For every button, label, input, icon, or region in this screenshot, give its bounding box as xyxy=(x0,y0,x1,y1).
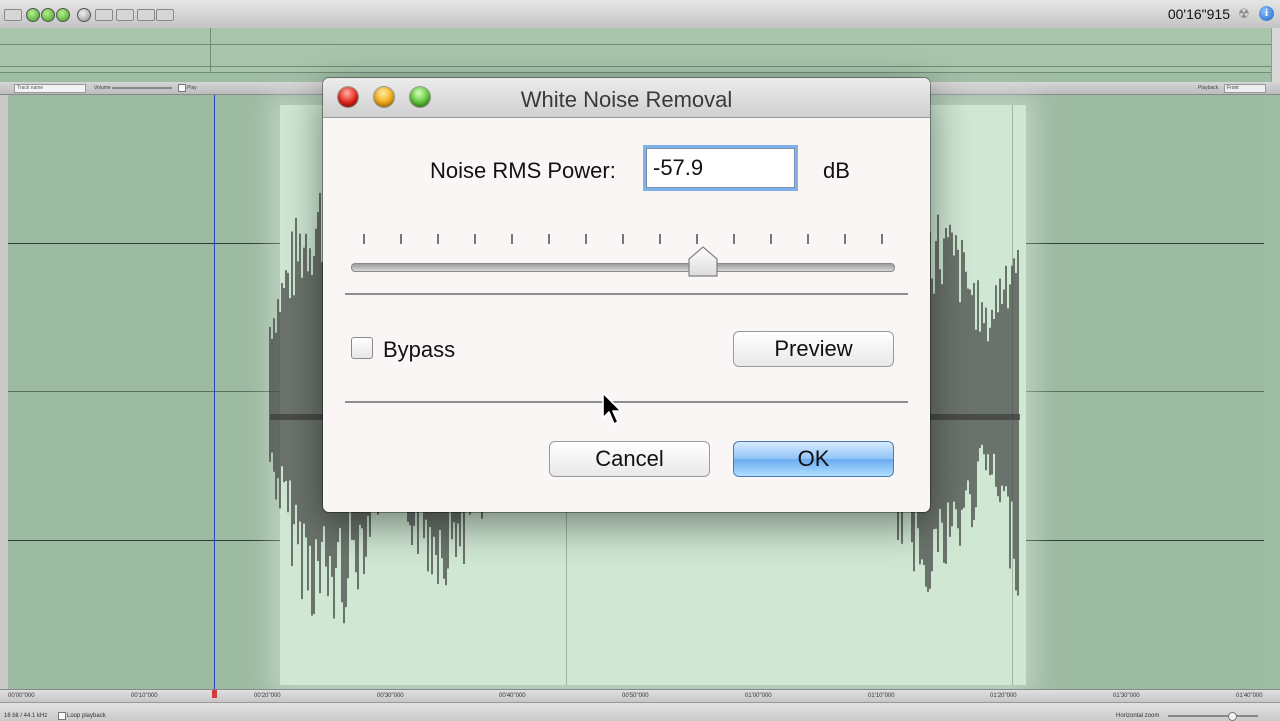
audio-format-text: 16 bit / 44.1 kHz xyxy=(4,713,48,719)
db-unit-label: dB xyxy=(823,158,850,183)
cursor-arrow-icon xyxy=(602,392,622,425)
volume-label: Volume xyxy=(94,85,111,91)
tool-4-icon[interactable] xyxy=(156,9,174,21)
slider-tick xyxy=(400,234,402,244)
divider-2 xyxy=(345,401,908,403)
playback-select[interactable]: Front xyxy=(1224,84,1266,93)
record-button[interactable] xyxy=(77,8,91,22)
rewind-button[interactable] xyxy=(26,8,40,22)
noise-rms-power-input[interactable] xyxy=(646,148,795,188)
ruler-tick-4: 00'40"000 xyxy=(499,693,526,699)
slider-tick xyxy=(844,234,846,244)
dialog-title: White Noise Removal xyxy=(520,87,733,112)
tool-2-icon[interactable] xyxy=(116,9,134,21)
ruler-tick-9: 01'30"000 xyxy=(1113,693,1140,699)
ruler-tick-5: 00'50"000 xyxy=(622,693,649,699)
tool-1-icon[interactable] xyxy=(95,9,113,21)
bypass-checkbox[interactable] xyxy=(351,337,373,359)
slider-tick xyxy=(622,234,624,244)
tool-3-icon[interactable] xyxy=(137,9,155,21)
playback-label: Playback xyxy=(1198,85,1219,91)
noise-rms-power-label: Noise RMS Power: xyxy=(430,158,616,183)
slider-tick xyxy=(807,234,809,244)
loop-playback-label: Loop playback xyxy=(67,713,106,719)
play-button[interactable] xyxy=(41,8,55,22)
horizontal-zoom-slider[interactable] xyxy=(1168,715,1258,717)
ruler-tick-0: 00'00"000 xyxy=(8,693,35,699)
horizontal-zoom-label: Horizontal zoom xyxy=(1116,713,1160,719)
slider-tick xyxy=(437,234,439,244)
slider-tick xyxy=(585,234,587,244)
ruler-tick-1: 00'10"000 xyxy=(131,693,158,699)
bypass-label: Bypass xyxy=(383,337,456,362)
slider-tick xyxy=(548,234,550,244)
play-checkbox[interactable] xyxy=(178,84,186,92)
playhead[interactable] xyxy=(214,95,215,695)
time-ruler[interactable]: 00'00"000 00'10"000 00'20"000 00'30"000 … xyxy=(0,689,1280,702)
menu-tool-icon[interactable] xyxy=(4,9,22,21)
slider-knob[interactable] xyxy=(688,246,718,278)
track-name-field[interactable]: Track name xyxy=(14,84,86,93)
loop-playback-checkbox[interactable] xyxy=(58,712,66,720)
status-bar: 16 bit / 44.1 kHz Loop playback Horizont… xyxy=(0,702,1280,721)
white-noise-removal-dialog: White Noise Removal Noise RMS Power: dB … xyxy=(323,78,930,512)
timecode-display: 00'16"915 xyxy=(1167,6,1230,22)
slider-tick xyxy=(733,234,735,244)
ok-button[interactable]: OK xyxy=(733,441,894,477)
ruler-tick-10: 01'40"000 xyxy=(1236,693,1263,699)
noise-power-slider[interactable] xyxy=(351,263,895,272)
info-icon[interactable]: i xyxy=(1259,6,1274,21)
ruler-tick-7: 01'10"000 xyxy=(868,693,895,699)
ruler-tick-3: 00'30"000 xyxy=(377,693,404,699)
slider-tick xyxy=(511,234,513,244)
slider-tick xyxy=(881,234,883,244)
slider-tick xyxy=(363,234,365,244)
ruler-tick-6: 01'00"000 xyxy=(745,693,772,699)
divider-1 xyxy=(345,293,908,295)
ruler-tick-2: 00'20"000 xyxy=(254,693,281,699)
volume-slider[interactable] xyxy=(112,87,172,89)
slider-tick xyxy=(474,234,476,244)
slider-tick xyxy=(770,234,772,244)
overview-strip[interactable] xyxy=(0,28,1272,73)
radioactive-icon[interactable]: ☢ xyxy=(1238,7,1252,20)
play-label: Play xyxy=(187,85,197,91)
preview-button[interactable]: Preview xyxy=(733,331,894,367)
slider-tick xyxy=(659,234,661,244)
main-toolbar: 00'16"915 ☢ i xyxy=(0,0,1280,29)
cancel-button[interactable]: Cancel xyxy=(549,441,710,477)
dialog-titlebar[interactable]: White Noise Removal xyxy=(323,78,930,118)
slider-tick xyxy=(696,234,698,244)
tracks-scroll-tab[interactable] xyxy=(1271,28,1280,82)
ruler-playhead-marker[interactable] xyxy=(212,690,217,698)
ruler-tick-8: 01'20"000 xyxy=(990,693,1017,699)
forward-button[interactable] xyxy=(56,8,70,22)
slider-ticks xyxy=(363,234,883,246)
